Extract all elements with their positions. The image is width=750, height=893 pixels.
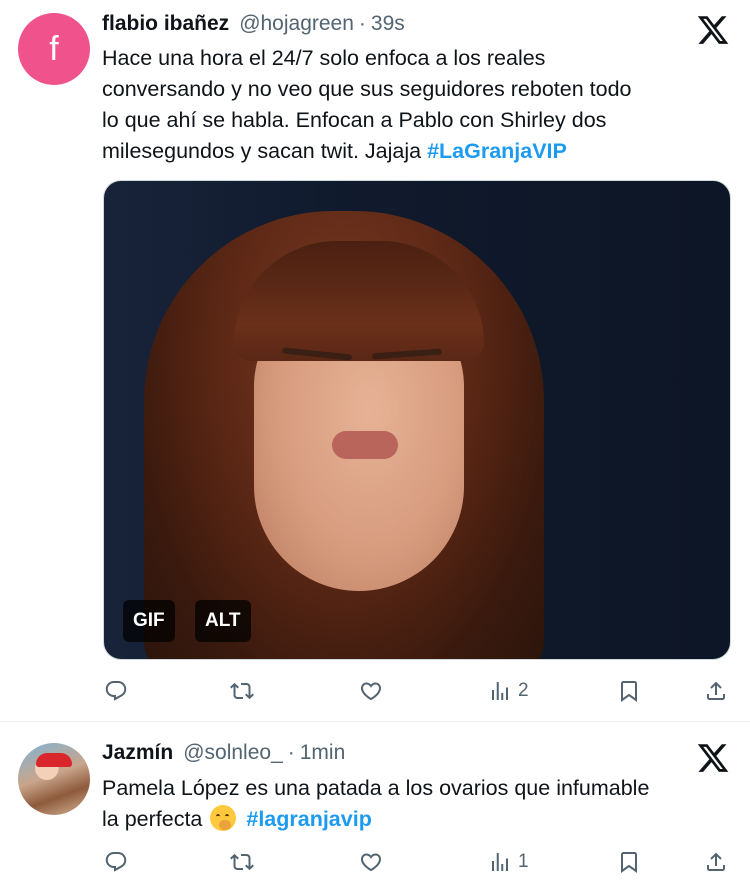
avatar-letter: f (49, 29, 59, 68)
repost-icon (230, 682, 254, 700)
share-button[interactable] (704, 847, 728, 877)
views-button[interactable]: 2 (488, 676, 529, 706)
like-button[interactable] (359, 676, 383, 706)
author-name[interactable]: Jazmín (102, 741, 173, 765)
hashtag-link[interactable]: #LaGranjaVIP (427, 139, 567, 163)
action-bar: 2 (102, 676, 730, 706)
alt-badge[interactable]: ALT (195, 600, 251, 642)
avatar[interactable]: f (18, 13, 90, 85)
timestamp[interactable]: 39s (371, 12, 405, 36)
views-button[interactable]: 1 (488, 847, 529, 877)
tweet-header: Jazmín @solnleo_ · 1min (102, 741, 345, 765)
bookmark-button[interactable] (617, 847, 641, 877)
tweet[interactable]: f flabio ibañez @hojagreen · 39s Hace un… (0, 0, 750, 721)
action-bar: 1 (102, 847, 730, 877)
separator-dot: · (287, 741, 295, 764)
tweet-text: Hace una hora el 24/7 solo enfoca a los … (102, 43, 732, 167)
yawning-face-emoji-icon (210, 805, 237, 831)
gif-media[interactable]: GIF ALT (103, 180, 731, 660)
separator-dot: · (358, 12, 366, 35)
text-line: lo que ahí se habla. Enfocan a Pablo con… (102, 108, 607, 132)
text-line: Hace una hora el 24/7 solo enfoca a los … (102, 46, 546, 70)
heart-icon (360, 853, 382, 872)
text-line-with-hashtag: la perfecta #lagranjavip (102, 804, 732, 835)
share-icon (707, 852, 725, 871)
text-line: milesegundos y sacan twit. Jajaja (102, 139, 428, 163)
views-count: 1 (518, 851, 529, 872)
repost-button[interactable] (230, 676, 254, 706)
avatar[interactable] (18, 743, 90, 815)
repost-button[interactable] (230, 847, 254, 877)
views-chart-icon (492, 853, 508, 871)
tweet[interactable]: Jazmín @solnleo_ · 1min Pamela López es … (0, 722, 750, 893)
emoji-hand (219, 820, 232, 830)
reply-button[interactable] (104, 847, 128, 877)
bookmark-icon (621, 852, 637, 873)
heart-icon (360, 682, 382, 701)
reply-icon (105, 681, 127, 701)
repost-icon (230, 853, 254, 871)
hashtag-link[interactable]: #lagranjavip (246, 807, 371, 831)
share-icon (707, 681, 725, 700)
views-chart-icon (492, 682, 508, 700)
timestamp[interactable]: 1min (300, 741, 346, 765)
author-handle[interactable]: @hojagreen (239, 12, 354, 36)
x-logo-icon (697, 744, 729, 772)
views-count: 2 (518, 680, 529, 701)
reply-icon (105, 852, 127, 872)
tweet-header: flabio ibañez @hojagreen · 39s (102, 12, 405, 36)
text-line-with-hashtag: milesegundos y sacan twit. Jajaja #LaGra… (102, 136, 732, 167)
tweet-text: Pamela López es una patada a los ovarios… (102, 773, 732, 835)
author-handle[interactable]: @solnleo_ (183, 741, 283, 765)
like-button[interactable] (359, 847, 383, 877)
text-line: la perfecta (102, 807, 209, 831)
avatar-cap (36, 753, 72, 767)
bookmark-icon (621, 681, 637, 702)
bookmark-button[interactable] (617, 676, 641, 706)
share-button[interactable] (704, 676, 728, 706)
x-logo-icon (697, 16, 729, 44)
author-name[interactable]: flabio ibañez (102, 12, 229, 36)
media-lips (332, 431, 398, 459)
text-line: Pamela López es una patada a los ovarios… (102, 776, 650, 800)
gif-badge: GIF (123, 600, 175, 642)
text-line: conversando y no veo que sus seguidores … (102, 77, 632, 101)
reply-button[interactable] (104, 676, 128, 706)
